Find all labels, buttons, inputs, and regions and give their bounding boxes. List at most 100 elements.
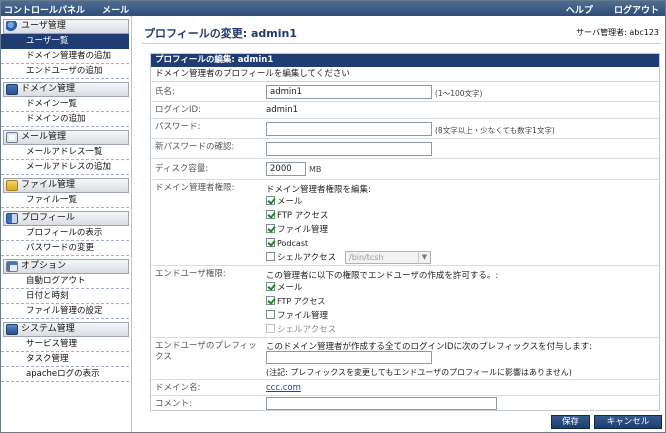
domain-link[interactable]: ccc.com — [266, 383, 301, 393]
checkbox-empty-icon — [266, 310, 275, 319]
sidebar-item-date-time[interactable]: 日付と時刻 — [1, 289, 129, 304]
row-enduser-permissions: エンドユーザ権限: この管理者に以下の権限でエンドユーザの作成を許可する。: メ… — [151, 266, 659, 338]
top-menu-bar: コントロールパネル メール ヘルプ ログアウト — [1, 1, 665, 16]
prefix-label: エンドユーザのプレフィックス — [155, 341, 257, 362]
sidebar-item-file-list[interactable]: ファイル一覧 — [1, 193, 129, 208]
disk-input[interactable]: 2000 — [266, 162, 306, 176]
menu-logout[interactable]: ログアウト — [614, 6, 659, 16]
domain-perm-podcast-checkbox[interactable]: Podcast — [266, 238, 308, 249]
sidebar-item-apache-log[interactable]: apacheログの表示 — [1, 367, 129, 382]
chevron-down-icon: ▼ — [418, 252, 430, 263]
sidebar-item-add-domain-admin[interactable]: ドメイン管理者の追加 — [1, 49, 129, 64]
enduser-perm-file-checkbox[interactable]: ファイル管理 — [266, 310, 328, 321]
admin-label: サーバ管理者: abc123 — [576, 28, 659, 37]
sidebar-item-mail-list[interactable]: メールアドレス一覧 — [1, 145, 129, 160]
mail-icon — [6, 132, 18, 143]
checkbox-checked-icon — [266, 210, 275, 219]
row-login: ログインID: admin1 — [151, 102, 659, 119]
domain-perm-intro: ドメイン管理者権限を編集: — [266, 185, 371, 195]
sidebar-section-mail-management[interactable]: メール管理 — [3, 130, 129, 145]
row-comment: コメント: — [151, 396, 659, 412]
name-input[interactable]: admin1 — [266, 85, 432, 99]
password-confirm-label: 新パスワードの確認: — [155, 142, 235, 152]
sidebar: ユーザ管理 ユーザ一覧 ドメイン管理者の追加 エンドユーザの追加 ドメイン管理 … — [1, 16, 132, 432]
checkbox-checked-icon — [266, 238, 275, 247]
enduser-perm-ftp-checkbox[interactable]: FTP アクセス — [266, 296, 325, 307]
profile-icon — [6, 213, 18, 224]
row-name: 氏名: admin1 (1〜100文字) — [151, 82, 659, 102]
sidebar-section-user-management[interactable]: ユーザ管理 — [3, 19, 129, 34]
sidebar-item-task-management[interactable]: タスク管理 — [1, 352, 129, 367]
panel-description: ドメイン管理者のプロフィールを編集してください — [151, 67, 659, 82]
sidebar-section-profile[interactable]: プロフィール — [3, 211, 129, 226]
menu-mail[interactable]: メール — [102, 6, 129, 16]
login-value: admin1 — [266, 105, 299, 115]
domain-perm-label: ドメイン管理者権限: — [155, 183, 235, 193]
login-label: ログインID: — [155, 105, 201, 115]
domain-perm-ftp-checkbox[interactable]: FTP アクセス — [266, 210, 328, 221]
checkbox-checked-icon — [266, 224, 275, 233]
menu-help[interactable]: ヘルプ — [566, 6, 593, 16]
name-label: 氏名: — [155, 87, 175, 97]
disk-unit: MB — [309, 165, 322, 174]
enduser-perm-label: エンドユーザ権限: — [155, 269, 226, 279]
app-window: コントロールパネル メール ヘルプ ログアウト ユーザ管理 ユーザ一覧 ドメイン… — [0, 0, 666, 433]
comment-input[interactable] — [266, 397, 497, 410]
comment-label: コメント: — [155, 399, 192, 409]
checkbox-empty-icon — [266, 324, 275, 333]
row-password: パスワード: (8文字以上・少なくても数字1文字) — [151, 119, 659, 139]
checkbox-checked-icon — [266, 196, 275, 205]
name-note: (1〜100文字) — [435, 89, 483, 98]
sidebar-section-file-management[interactable]: ファイル管理 — [3, 178, 129, 193]
domain-label: ドメイン名: — [155, 383, 201, 393]
checkbox-checked-icon — [266, 282, 275, 291]
page-title: プロフィールの変更: admin1 — [144, 27, 298, 40]
sidebar-item-add-domain[interactable]: ドメインの追加 — [1, 112, 129, 127]
sidebar-item-add-end-user[interactable]: エンドユーザの追加 — [1, 64, 129, 79]
main-content: プロフィールの変更: admin1 サーバ管理者: abc123 プロフィールの… — [133, 16, 665, 432]
prefix-note: (注記: プレフィックスを変更してもエンドユーザのプロフィールに影響はありません… — [266, 368, 572, 377]
panel-title: プロフィールの編集: admin1 — [151, 54, 659, 67]
system-icon — [6, 324, 18, 335]
sidebar-item-auto-logout[interactable]: 自動ログアウト — [1, 274, 129, 289]
password-note: (8文字以上・少なくても数字1文字) — [435, 126, 555, 135]
password-label: パスワード: — [155, 122, 201, 132]
enduser-perm-intro: この管理者に以下の権限でエンドユーザの作成を許可する。: — [266, 271, 499, 281]
sidebar-item-view-profile[interactable]: プロフィールの表示 — [1, 226, 129, 241]
row-domain-permissions: ドメイン管理者権限: ドメイン管理者権限を編集: メール FTP アクセス ファ… — [151, 180, 659, 266]
sidebar-item-file-settings[interactable]: ファイル管理の設定 — [1, 304, 129, 319]
password-confirm-input[interactable] — [266, 142, 432, 156]
row-domain: ドメイン名: ccc.com — [151, 380, 659, 396]
enduser-perm-mail-checkbox[interactable]: メール — [266, 282, 303, 293]
domain-perm-mail-checkbox[interactable]: メール — [266, 196, 303, 207]
domain-perm-file-checkbox[interactable]: ファイル管理 — [266, 224, 328, 235]
save-button[interactable]: 保存 — [551, 415, 590, 429]
password-input[interactable] — [266, 122, 432, 136]
edit-profile-panel: プロフィールの編集: admin1 ドメイン管理者のプロフィールを編集してくださ… — [150, 53, 660, 411]
row-prefix: エンドユーザのプレフィックス このドメイン管理者が作成する全てのログインIDに次… — [151, 338, 659, 380]
sidebar-item-change-password[interactable]: パスワードの変更 — [1, 241, 129, 256]
disk-label: ディスク容量: — [155, 164, 209, 174]
network-icon — [6, 84, 18, 95]
enduser-perm-shell-checkbox[interactable]: シェルアクセス — [266, 324, 336, 335]
cancel-button[interactable]: キャンセル — [594, 415, 662, 429]
checkbox-checked-icon — [266, 296, 275, 305]
domain-perm-shell-checkbox[interactable]: シェルアクセス — [266, 252, 336, 263]
options-icon — [6, 261, 18, 272]
row-disk: ディスク容量: 2000 MB — [151, 159, 659, 180]
sidebar-section-domain-management[interactable]: ドメイン管理 — [3, 82, 129, 97]
prefix-input[interactable] — [266, 351, 432, 364]
title-divider — [142, 43, 660, 44]
sidebar-section-system-management[interactable]: システム管理 — [3, 322, 129, 337]
shell-select[interactable]: /bin/tcsh ▼ — [345, 251, 431, 264]
folder-icon — [6, 180, 18, 191]
sidebar-item-add-mail[interactable]: メールアドレスの追加 — [1, 160, 129, 175]
sidebar-item-user-list[interactable]: ユーザ一覧 — [1, 34, 129, 49]
menu-control-panel[interactable]: コントロールパネル — [4, 6, 85, 16]
checkbox-empty-icon — [266, 252, 275, 261]
row-password-confirm: 新パスワードの確認: — [151, 139, 659, 159]
sidebar-item-service-management[interactable]: サービス管理 — [1, 337, 129, 352]
sidebar-item-domain-list[interactable]: ドメイン一覧 — [1, 97, 129, 112]
users-icon — [6, 21, 18, 32]
sidebar-section-options[interactable]: オプション — [3, 259, 129, 274]
